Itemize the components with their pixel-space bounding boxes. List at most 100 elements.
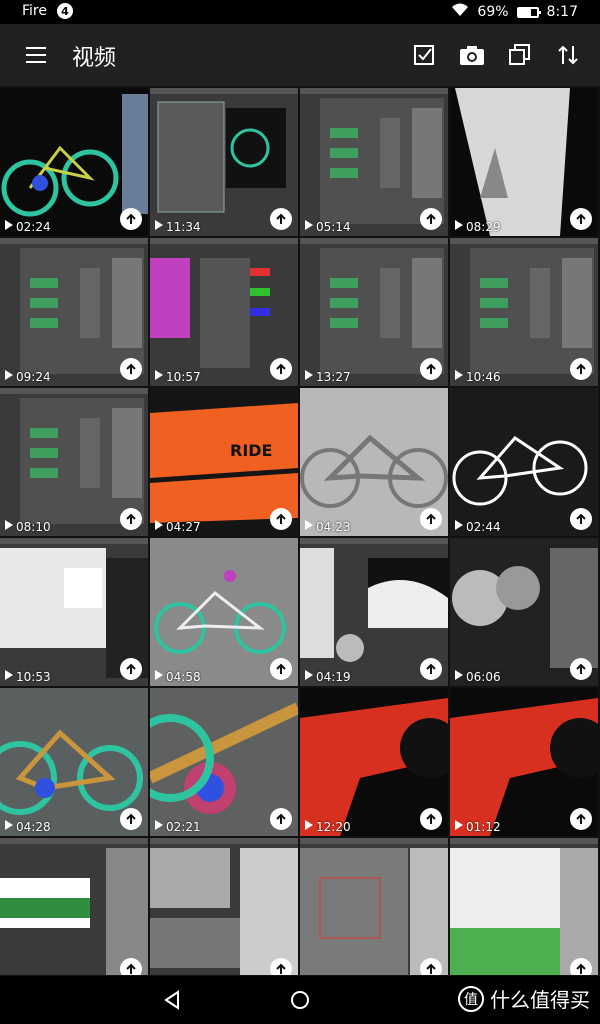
upload-arrow-icon bbox=[576, 963, 586, 974]
home-button[interactable] bbox=[290, 990, 310, 1014]
menu-button[interactable] bbox=[20, 42, 52, 68]
upload-arrow-icon bbox=[576, 663, 586, 674]
video-thumbnail[interactable]: 06:06 bbox=[450, 538, 598, 686]
navigation-bar: 值 什么值得买 bbox=[0, 976, 600, 1024]
play-icon bbox=[5, 220, 13, 230]
video-thumbnail[interactable]: 04:19 bbox=[300, 538, 448, 686]
upload-button[interactable] bbox=[270, 658, 292, 680]
upload-button[interactable] bbox=[270, 208, 292, 230]
upload-button[interactable] bbox=[570, 208, 592, 230]
upload-button[interactable] bbox=[420, 658, 442, 680]
video-duration: 05:14 bbox=[316, 220, 351, 234]
upload-button[interactable] bbox=[120, 358, 142, 380]
home-icon bbox=[291, 991, 309, 1009]
upload-button[interactable] bbox=[570, 358, 592, 380]
video-thumbnail[interactable]: 04:28 bbox=[0, 688, 148, 836]
upload-button[interactable] bbox=[270, 508, 292, 530]
upload-button[interactable] bbox=[120, 208, 142, 230]
upload-button[interactable] bbox=[570, 658, 592, 680]
video-thumbnail[interactable]: 04:58 bbox=[150, 538, 298, 686]
play-icon bbox=[155, 520, 163, 530]
play-icon bbox=[305, 670, 313, 680]
upload-arrow-icon bbox=[426, 513, 436, 524]
sort-button[interactable] bbox=[550, 38, 586, 72]
upload-button[interactable] bbox=[570, 508, 592, 530]
upload-arrow-icon bbox=[276, 363, 286, 374]
upload-button[interactable] bbox=[420, 958, 442, 975]
back-icon bbox=[164, 990, 179, 1010]
upload-arrow-icon bbox=[126, 813, 136, 824]
video-thumbnail[interactable]: 04:23 bbox=[300, 388, 448, 536]
video-thumbnail[interactable]: 08:10 bbox=[0, 388, 148, 536]
video-thumbnail[interactable]: 05:14 bbox=[300, 88, 448, 236]
back-button[interactable] bbox=[162, 990, 182, 1014]
copy-icon bbox=[509, 44, 530, 65]
video-thumbnail[interactable]: 08:29 bbox=[450, 88, 598, 236]
video-thumbnail[interactable]: 12:20 bbox=[300, 688, 448, 836]
upload-button[interactable] bbox=[420, 358, 442, 380]
play-icon bbox=[155, 220, 163, 230]
svg-text:RIDE: RIDE bbox=[230, 441, 272, 460]
watermark-logo: 值 bbox=[458, 985, 484, 1012]
upload-button[interactable] bbox=[420, 508, 442, 530]
status-right: 69% 8:17 bbox=[451, 3, 578, 21]
video-preview bbox=[150, 838, 298, 975]
video-duration: 11:34 bbox=[166, 220, 201, 234]
play-icon bbox=[155, 670, 163, 680]
watermark-text: 什么值得买 bbox=[490, 988, 590, 1012]
video-duration: 04:19 bbox=[316, 670, 351, 684]
upload-button[interactable] bbox=[270, 358, 292, 380]
video-grid: 02:24 11:34 05:14 08:29 09:24 10:57 13:27 10:46… bbox=[0, 88, 600, 975]
video-thumbnail[interactable]: 10:53 bbox=[0, 538, 148, 686]
video-thumbnail[interactable]: 02:44 bbox=[450, 388, 598, 536]
upload-arrow-icon bbox=[126, 363, 136, 374]
upload-button[interactable] bbox=[420, 808, 442, 830]
video-thumbnail[interactable]: 11:34 bbox=[150, 88, 298, 236]
video-thumbnail[interactable]: 02:24 bbox=[0, 88, 148, 236]
copy-button[interactable] bbox=[502, 38, 538, 72]
upload-button[interactable] bbox=[270, 808, 292, 830]
video-thumbnail[interactable]: RIDE 04:27 bbox=[150, 388, 298, 536]
video-duration: 04:23 bbox=[316, 520, 351, 534]
select-button[interactable] bbox=[406, 38, 442, 72]
play-icon bbox=[5, 370, 13, 380]
video-duration: 08:29 bbox=[466, 220, 501, 234]
video-thumbnail[interactable] bbox=[0, 838, 148, 975]
video-thumbnail[interactable] bbox=[300, 838, 448, 975]
video-thumbnail[interactable]: 09:24 bbox=[0, 238, 148, 386]
camera-button[interactable] bbox=[454, 38, 490, 72]
upload-button[interactable] bbox=[570, 958, 592, 975]
video-duration: 04:58 bbox=[166, 670, 201, 684]
upload-button[interactable] bbox=[270, 958, 292, 975]
video-preview bbox=[450, 838, 598, 975]
play-icon bbox=[5, 670, 13, 680]
upload-button[interactable] bbox=[120, 958, 142, 975]
video-thumbnail[interactable]: 10:46 bbox=[450, 238, 598, 386]
play-icon bbox=[305, 370, 313, 380]
upload-button[interactable] bbox=[120, 808, 142, 830]
video-thumbnail[interactable]: 10:57 bbox=[150, 238, 298, 386]
video-preview bbox=[300, 838, 448, 975]
video-duration: 13:27 bbox=[316, 370, 351, 384]
app-bar: 视频 bbox=[0, 24, 600, 86]
video-duration: 04:28 bbox=[16, 820, 51, 834]
play-icon bbox=[305, 520, 313, 530]
video-thumbnail[interactable] bbox=[450, 838, 598, 975]
camera-icon bbox=[460, 46, 484, 65]
video-thumbnail[interactable]: 02:21 bbox=[150, 688, 298, 836]
upload-button[interactable] bbox=[120, 508, 142, 530]
video-thumbnail[interactable] bbox=[150, 838, 298, 975]
upload-button[interactable] bbox=[120, 658, 142, 680]
upload-button[interactable] bbox=[570, 808, 592, 830]
video-duration: 02:44 bbox=[466, 520, 501, 534]
play-icon bbox=[5, 520, 13, 530]
video-thumbnail[interactable]: 01:12 bbox=[450, 688, 598, 836]
play-icon bbox=[5, 820, 13, 830]
video-thumbnail[interactable]: 13:27 bbox=[300, 238, 448, 386]
upload-arrow-icon bbox=[276, 513, 286, 524]
battery-icon bbox=[516, 6, 541, 18]
battery-percent: 69% bbox=[477, 4, 509, 20]
play-icon bbox=[455, 670, 463, 680]
play-icon bbox=[455, 520, 463, 530]
upload-button[interactable] bbox=[420, 208, 442, 230]
